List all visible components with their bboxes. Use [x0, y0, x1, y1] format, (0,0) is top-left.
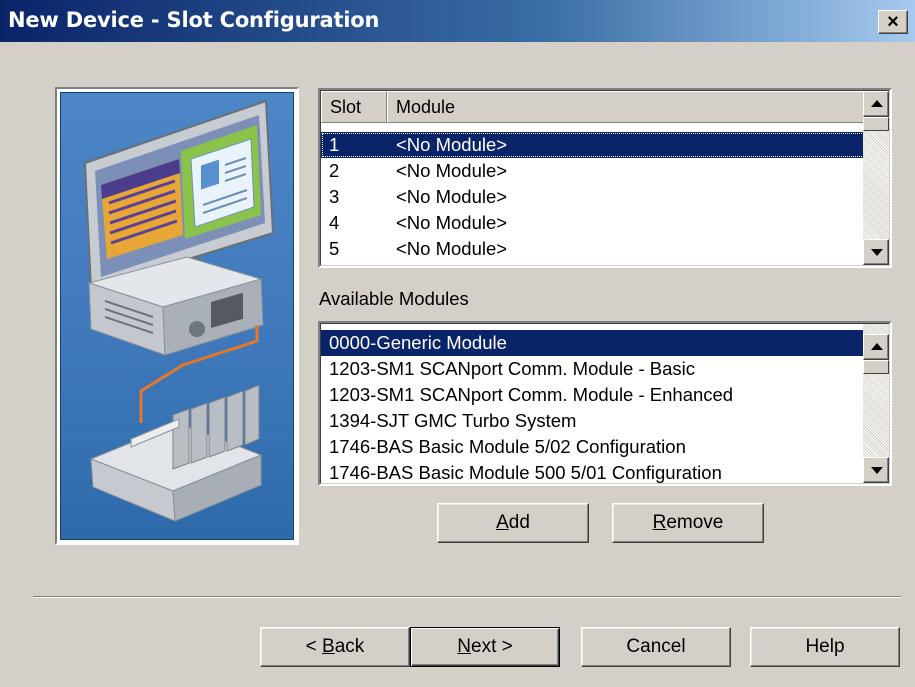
module-list-item[interactable]: 1203-SM1 SCANport Comm. Module - Enhance… [321, 382, 865, 408]
module-name: 1394-SJT GMC Turbo System [329, 410, 577, 431]
module-list-item[interactable]: 1746-BAS Basic Module 500 5/01 Configura… [321, 460, 865, 483]
slot-module: <No Module> [396, 160, 508, 181]
cancel-button[interactable]: Cancel [581, 627, 731, 667]
module-list-item[interactable]: 1203-SM1 SCANport Comm. Module - Basic [321, 356, 865, 382]
scroll-thumb[interactable] [863, 360, 889, 374]
slot-number: 3 [329, 186, 340, 207]
scroll-down-button[interactable] [863, 457, 889, 483]
slot-number: 4 [329, 212, 340, 233]
window-title: New Device - Slot Configuration [8, 8, 380, 32]
slot-number: 2 [329, 160, 340, 181]
back-button-label-pre: < [305, 636, 323, 657]
help-button-label: Help [805, 636, 845, 657]
slot-list-scrollbar[interactable] [863, 91, 889, 265]
computer-plc-illustration-icon [83, 99, 275, 522]
slot-row[interactable]: 1 <No Module> [321, 132, 865, 158]
next-button-label-post: ext > [471, 636, 513, 657]
illustration-background [60, 92, 294, 540]
slot-module: <No Module> [396, 134, 508, 155]
module-name: 1746-BAS Basic Module 500 5/01 Configura… [329, 462, 722, 483]
module-name: 1746-BAS Basic Module 5/02 Configuration [329, 436, 686, 457]
scroll-thumb[interactable] [863, 117, 889, 131]
module-list-item[interactable]: 1394-SJT GMC Turbo System [321, 408, 865, 434]
scroll-down-button[interactable] [863, 239, 889, 265]
cancel-button-label: Cancel [626, 636, 686, 657]
slot-module: <No Module> [396, 238, 508, 259]
slot-list-inner: Slot Module 1 <No Module> 2 <No Module> … [320, 90, 890, 266]
module-name: 1203-SM1 SCANport Comm. Module - Enhance… [329, 384, 734, 405]
scroll-up-button[interactable] [863, 334, 889, 360]
remove-button-label-post: emove [666, 512, 724, 533]
slot-number: 5 [329, 238, 340, 259]
triangle-down-icon [871, 249, 883, 256]
slot-list[interactable]: Slot Module 1 <No Module> 2 <No Module> … [318, 88, 892, 268]
close-icon: × [887, 11, 899, 33]
help-button[interactable]: Help [750, 627, 900, 667]
slot-column-header[interactable]: Slot [321, 91, 387, 123]
close-button[interactable]: × [878, 10, 908, 34]
scroll-up-button[interactable] [863, 91, 889, 117]
footer-separator [33, 596, 901, 598]
triangle-up-icon [871, 343, 883, 350]
slot-number: 1 [329, 134, 340, 155]
triangle-down-icon [871, 467, 883, 474]
back-button[interactable]: < Back [260, 627, 410, 667]
remove-button-accesskey: R [652, 512, 667, 533]
slot-row[interactable]: 2 <No Module> [321, 158, 865, 184]
next-button[interactable]: Next > [410, 627, 560, 667]
wizard-illustration [55, 87, 299, 545]
available-modules-inner: 0000-Generic Module 1203-SM1 SCANport Co… [320, 323, 890, 484]
available-modules-list[interactable]: 0000-Generic Module 1203-SM1 SCANport Co… [318, 321, 892, 486]
module-list-item[interactable]: 1746-BAS Basic Module 5/02 Configuration [321, 434, 865, 460]
slot-list-header: Slot Module [321, 91, 865, 123]
module-column-header[interactable]: Module [387, 91, 865, 123]
next-button-accesskey: N [457, 636, 471, 657]
back-button-accesskey: B [322, 636, 335, 657]
module-name: 0000-Generic Module [329, 332, 507, 353]
remove-button[interactable]: Remove [612, 503, 764, 543]
module-name: 1203-SM1 SCANport Comm. Module - Basic [329, 358, 696, 379]
slot-module: <No Module> [396, 186, 508, 207]
module-list-item[interactable]: 0000-Generic Module [321, 330, 865, 356]
triangle-up-icon [871, 100, 883, 107]
back-button-label-post: ack [334, 636, 365, 657]
title-bar[interactable]: New Device - Slot Configuration × [0, 0, 915, 42]
add-button-accesskey: A [496, 512, 509, 533]
slot-row[interactable]: 3 <No Module> [321, 184, 865, 210]
add-button[interactable]: Add [437, 503, 589, 543]
slot-row[interactable]: 4 <No Module> [321, 210, 865, 236]
add-button-label-post: dd [508, 512, 530, 533]
slot-module: <No Module> [396, 212, 508, 233]
slot-configuration-dialog: New Device - Slot Configuration × Slot M… [0, 0, 915, 687]
available-modules-scrollbar[interactable] [863, 324, 889, 483]
slot-row[interactable]: 5 <No Module> [321, 236, 865, 262]
available-modules-label: Available Modules [319, 288, 469, 309]
